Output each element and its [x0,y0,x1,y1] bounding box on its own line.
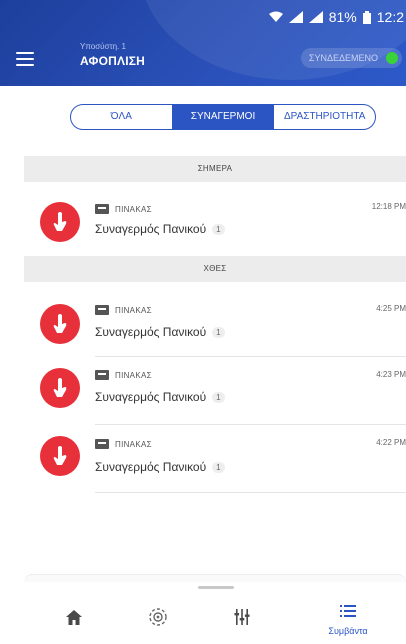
nav-events-label: Συμβάντα [328,626,368,636]
day-header-yesterday: ΧΘΕΣ [24,256,406,282]
event-time: 4:22 PM [376,438,406,447]
event-title: Συναγερμός Πανικού 1 [95,390,225,404]
detector-icon [149,608,167,626]
list-icon [340,605,356,617]
sliders-icon [234,609,250,625]
signal-icon [308,11,323,23]
event-source: ΠΙΝΑΚΑΣ [95,204,152,214]
event-count-badge: 1 [212,223,225,235]
event-row[interactable]: ΠΙΝΑΚΑΣ Συναγερμός Πανικού 1 4:22 PM [0,430,406,494]
event-count-badge: 1 [212,391,225,403]
event-source-label: ΠΙΝΑΚΑΣ [115,204,152,214]
panic-hand-icon [40,368,80,408]
filter-tabs: ΌΛΑ ΣΥΝΑΓΕΡΜΟΙ ΔΡΑΣΤΗΡΙΟΤΗΤΑ [70,104,376,130]
nav-events[interactable]: Συμβάντα [318,596,378,644]
row-divider [95,424,406,425]
clock: 12:2 [376,9,404,25]
event-name: Συναγερμός Πανικού [95,222,207,236]
battery-percent: 81% [328,9,357,25]
day-header-today: ΣΗΜΕΡΑ [24,156,406,182]
nav-controls[interactable] [212,596,272,644]
status-bar: 81% 12:2 [268,8,406,26]
panic-hand-icon [40,304,80,344]
tab-all[interactable]: ΌΛΑ [71,105,172,129]
signal-icon [288,11,303,23]
event-name: Συναγερμός Πανικού [95,325,207,339]
event-row[interactable]: ΠΙΝΑΚΑΣ Συναγερμός Πανικού 1 4:23 PM [0,362,406,426]
event-title: Συναγερμός Πανικού 1 [95,222,225,236]
event-time: 12:18 PM [371,202,406,211]
battery-icon [362,10,371,24]
panel-icon [95,370,109,380]
nav-detector[interactable] [128,596,188,644]
connection-label: ΣΥΝΔΕΔΕΜΕΝΟ [308,53,378,63]
event-source-label: ΠΙΝΑΚΑΣ [115,439,152,449]
partition-label: Υποσύστη. 1 [80,42,126,51]
panic-hand-icon [40,436,80,476]
event-source-label: ΠΙΝΑΚΑΣ [115,305,152,315]
nav-home[interactable] [44,596,104,644]
event-row[interactable]: ΠΙΝΑΚΑΣ Συναγερμός Πανικού 1 12:18 PM [0,190,406,254]
event-title: Συναγερμός Πανικού 1 [95,325,225,339]
bottom-nav: Συμβάντα [0,596,406,644]
event-time: 4:25 PM [376,304,406,313]
bottom-sheet [24,574,406,582]
event-source: ΠΙΝΑΚΑΣ [95,370,152,380]
drag-handle[interactable] [198,586,234,589]
row-divider [95,492,406,493]
connection-status: ΣΥΝΔΕΔΕΜΕΝΟ [300,48,402,68]
tab-alarms[interactable]: ΣΥΝΑΓΕΡΜΟΙ [171,105,274,129]
panic-hand-icon [40,202,80,242]
event-count-badge: 1 [212,461,225,473]
event-count-badge: 1 [212,326,225,338]
event-time: 4:23 PM [376,370,406,379]
connected-dot-icon [386,52,398,64]
tab-activity[interactable]: ΔΡΑΣΤΗΡΙΟΤΗΤΑ [273,105,375,129]
panel-icon [95,305,109,315]
event-name: Συναγερμός Πανικού [95,460,207,474]
event-row[interactable]: ΠΙΝΑΚΑΣ Συναγερμός Πανικού 1 4:25 PM [0,292,406,356]
event-source: ΠΙΝΑΚΑΣ [95,439,152,449]
event-source-label: ΠΙΝΑΚΑΣ [115,370,152,380]
event-title: Συναγερμός Πανικού 1 [95,460,225,474]
menu-button[interactable] [16,52,34,66]
event-name: Συναγερμός Πανικού [95,390,207,404]
event-source: ΠΙΝΑΚΑΣ [95,305,152,315]
panel-icon [95,439,109,449]
app-header: 81% 12:2 Υποσύστη. 1 ΑΦΟΠΛΙΣΗ ΣΥΝΔΕΔΕΜΕΝ… [0,0,406,86]
wifi-icon [268,11,283,22]
arm-state-title: ΑΦΟΠΛΙΣΗ [80,54,145,68]
home-icon [66,609,82,625]
panel-icon [95,204,109,214]
row-divider [95,356,406,357]
